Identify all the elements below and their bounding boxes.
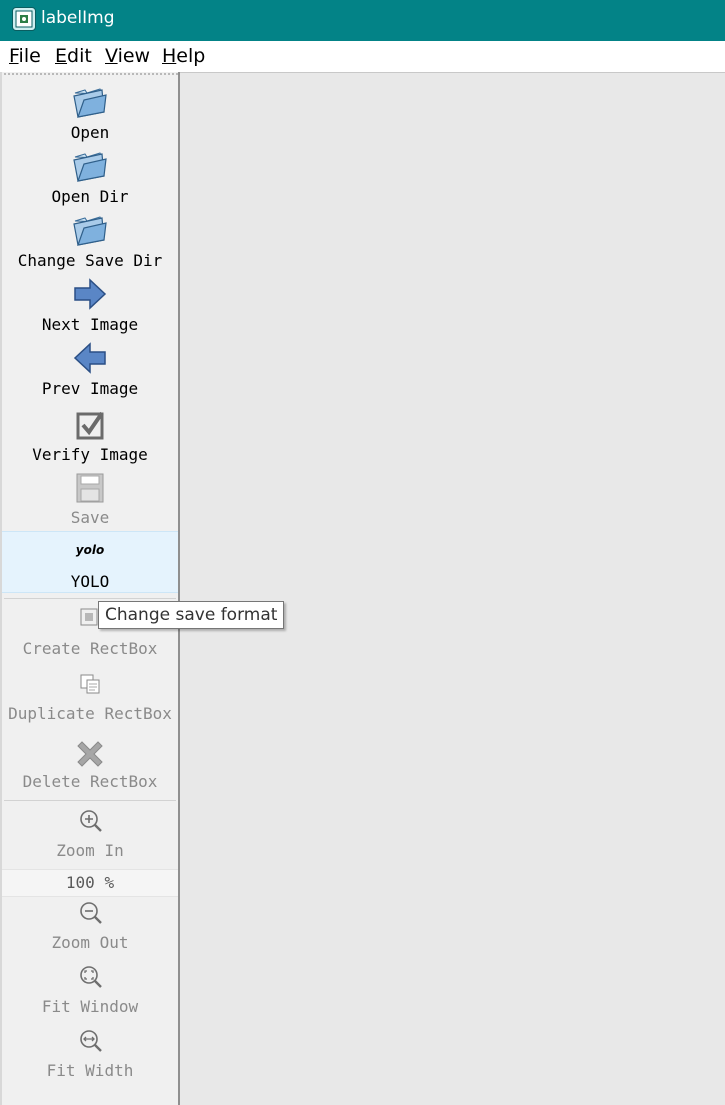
yolo-icon: yolo xyxy=(75,543,105,557)
fit-window-button[interactable]: Fit Window xyxy=(2,964,178,1020)
save-disk-icon xyxy=(76,473,104,503)
format-label: YOLO xyxy=(70,572,110,591)
folder-open-icon xyxy=(73,152,107,182)
fit-window-label: Fit Window xyxy=(41,997,139,1016)
delete-rectbox-button[interactable]: Delete RectBox xyxy=(2,736,178,796)
zoom-out-label: Zoom Out xyxy=(51,933,129,952)
duplicate-rectbox-button[interactable]: Duplicate RectBox xyxy=(2,672,178,732)
menu-edit[interactable]: Edit xyxy=(55,45,92,67)
save-label: Save xyxy=(70,508,110,527)
menu-help[interactable]: Help xyxy=(162,45,205,67)
next-image-button[interactable]: Next Image xyxy=(2,277,178,337)
verify-image-label: Verify Image xyxy=(32,445,148,464)
title-bar: labelImg xyxy=(0,0,725,41)
copy-icon xyxy=(80,674,100,694)
prev-image-label: Prev Image xyxy=(41,379,139,398)
delete-rectbox-label: Delete RectBox xyxy=(22,772,158,791)
next-image-label: Next Image xyxy=(41,315,139,334)
zoom-in-label: Zoom In xyxy=(56,841,124,860)
zoom-in-button[interactable]: Zoom In xyxy=(2,808,178,864)
change-save-dir-button[interactable]: Change Save Dir xyxy=(2,212,178,272)
open-dir-label: Open Dir xyxy=(51,187,129,206)
duplicate-rectbox-label: Duplicate RectBox xyxy=(8,704,172,723)
fit-width-icon xyxy=(80,1030,102,1052)
save-button[interactable]: Save xyxy=(2,471,178,531)
menu-view[interactable]: View xyxy=(105,45,150,67)
verify-image-button[interactable]: Verify Image xyxy=(2,408,178,468)
toolbar-grip[interactable] xyxy=(4,73,178,75)
delete-x-icon xyxy=(77,741,103,767)
fit-width-button[interactable]: Fit Width xyxy=(2,1028,178,1084)
zoom-value-spinbox[interactable]: 100 % xyxy=(2,869,178,897)
change-save-dir-label: Change Save Dir xyxy=(17,251,163,270)
arrow-right-icon xyxy=(74,278,107,310)
open-button[interactable]: Open xyxy=(2,84,178,144)
zoom-out-button[interactable]: Zoom Out xyxy=(2,900,178,956)
menu-bar: File Edit View Help xyxy=(0,41,725,72)
tooltip: Change save format xyxy=(98,601,285,629)
image-canvas[interactable] xyxy=(180,72,725,1105)
menu-file[interactable]: File xyxy=(9,45,41,67)
open-dir-button[interactable]: Open Dir xyxy=(2,148,178,208)
zoom-out-icon xyxy=(80,902,102,924)
fit-window-icon xyxy=(80,966,102,988)
zoom-in-icon xyxy=(80,810,102,832)
folder-open-icon xyxy=(73,216,107,246)
checkbox-checked-icon xyxy=(76,411,104,440)
toolbar-separator xyxy=(4,800,176,801)
prev-image-button[interactable]: Prev Image xyxy=(2,341,178,401)
fit-width-label: Fit Width xyxy=(46,1061,134,1080)
toolbar-separator xyxy=(4,598,176,599)
format-button-content: yolo YOLO xyxy=(2,540,178,592)
folder-open-icon xyxy=(73,88,107,118)
open-label: Open xyxy=(70,123,110,142)
create-rectbox-label: Create RectBox xyxy=(22,639,158,658)
window-title: labelImg xyxy=(41,8,115,28)
arrow-left-icon xyxy=(73,342,106,374)
app-icon xyxy=(12,7,36,31)
